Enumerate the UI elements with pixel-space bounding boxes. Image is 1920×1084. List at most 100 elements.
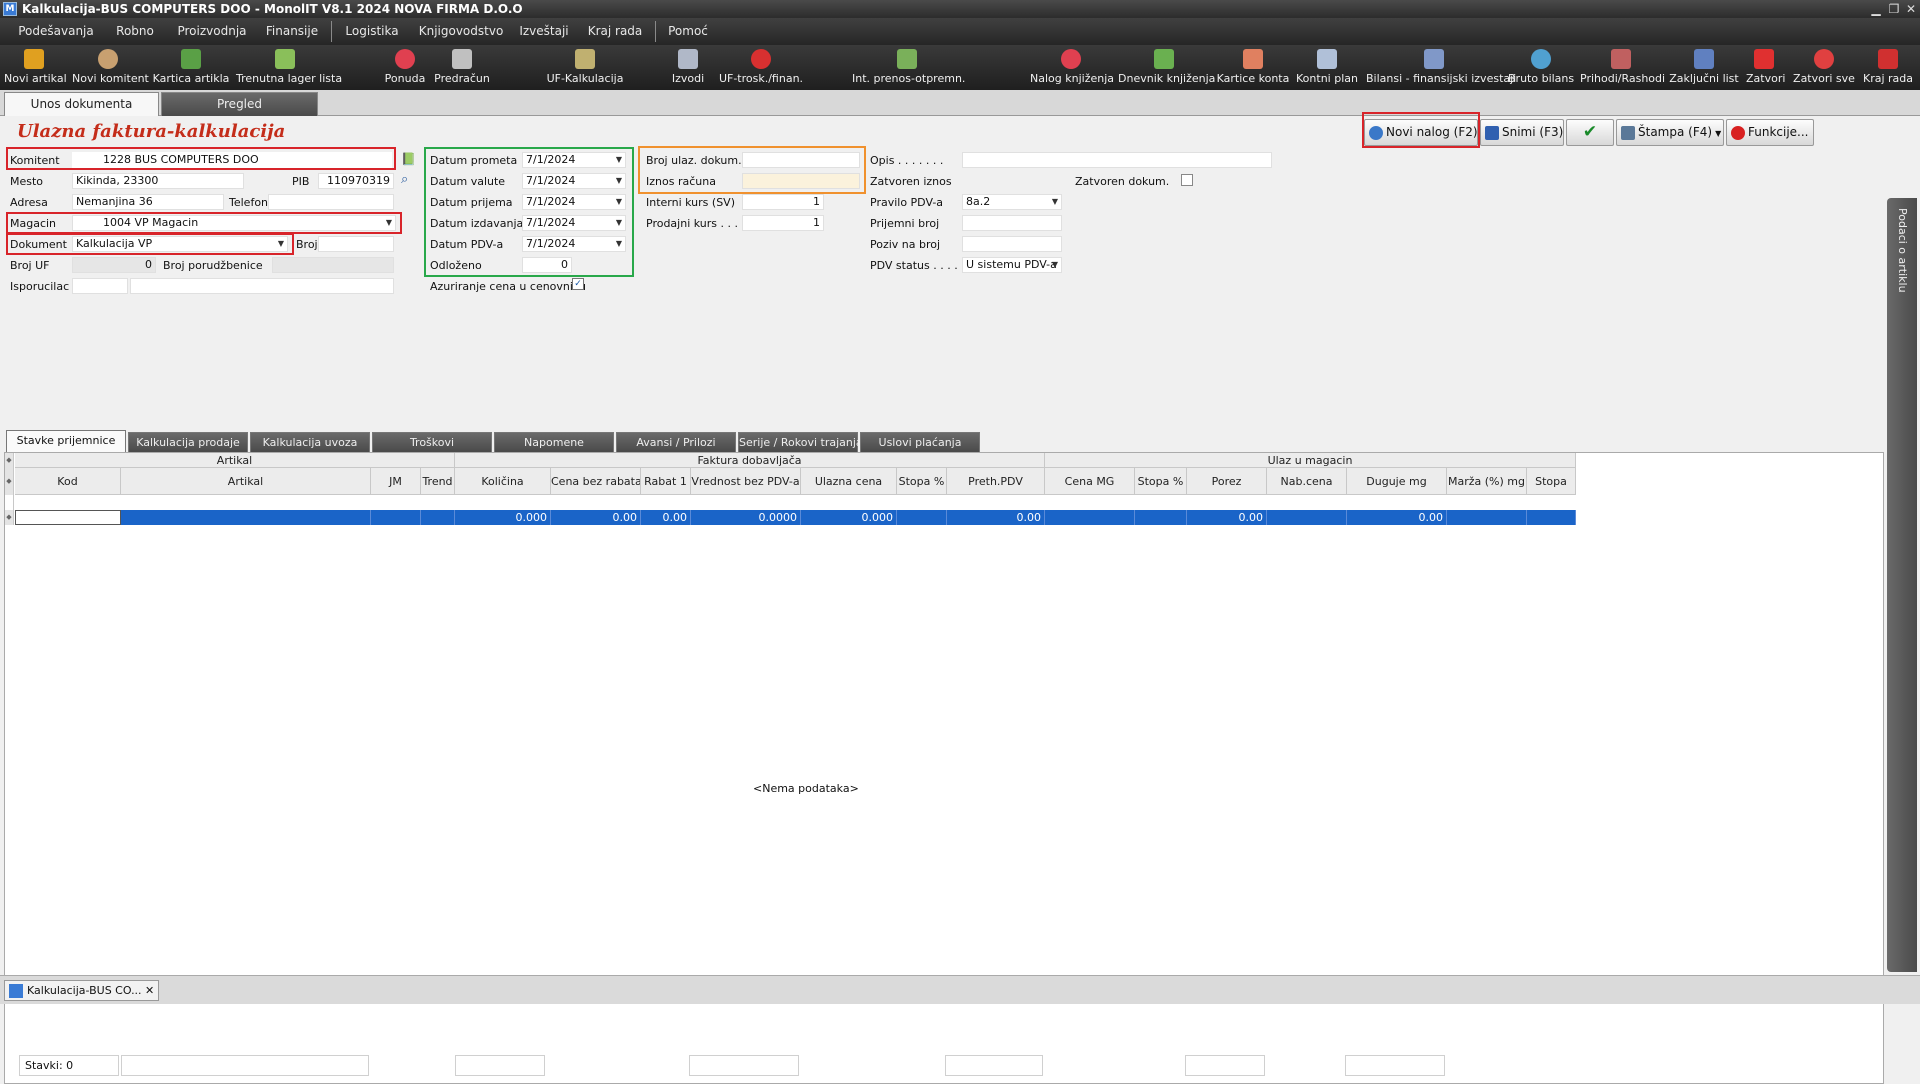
grid-cell[interactable]: 0.000 — [801, 510, 897, 525]
menu-proizvodnja[interactable]: Proizvodnja — [174, 18, 250, 45]
column-header[interactable]: Duguje mg — [1347, 468, 1447, 495]
prodajni-kurs-field[interactable]: 1 — [742, 215, 824, 231]
lager-lista-button[interactable]: Trenutna lager lista — [236, 47, 342, 89]
search-icon[interactable]: ⌕ — [401, 172, 408, 187]
broj-ulaz-field[interactable] — [742, 152, 860, 168]
uf-kalkulacija-button[interactable]: UF-Kalkulacija — [546, 47, 624, 89]
minimize-button[interactable]: ▁ — [1868, 1, 1884, 17]
dokument-select[interactable]: Kalkulacija VP ▼ — [72, 236, 288, 252]
menu-logistika[interactable]: Logistika — [342, 18, 402, 45]
grid-cell[interactable]: 0.00 — [641, 510, 691, 525]
kraj-rada-button[interactable]: Kraj rada — [1862, 47, 1914, 89]
column-header[interactable]: Cena MG — [1045, 468, 1135, 495]
broj-field[interactable] — [318, 236, 394, 252]
kartice-konta-button[interactable]: Kartice konta — [1216, 47, 1290, 89]
item-details-panel[interactable]: Podaci o artiklu — [1887, 198, 1917, 972]
nalog-knjizenja-button[interactable]: Nalog knjiženja — [1030, 47, 1114, 89]
column-header[interactable]: Rabat 1 — [641, 468, 691, 495]
isporucilac-code-field[interactable] — [72, 278, 128, 294]
tab-troskovi[interactable]: Troškovi — [372, 432, 492, 452]
grid-cell[interactable]: 0.00 — [551, 510, 641, 525]
kartica-artikla-button[interactable]: Kartica artikla — [152, 47, 230, 89]
poziv-field[interactable] — [962, 236, 1062, 252]
grid-cell[interactable] — [1267, 510, 1347, 525]
grid-cell-kod[interactable] — [15, 510, 121, 525]
tab-serije-rokovi[interactable]: Serije / Rokovi trajanja — [738, 432, 863, 452]
datum-prometa-field[interactable]: 7/1/2024 ▼ — [522, 152, 626, 168]
tab-stavke-prijemnice[interactable]: Stavke prijemnice — [6, 430, 126, 452]
datum-pdv-field[interactable]: 7/1/2024 ▼ — [522, 236, 626, 252]
column-header[interactable]: Ulazna cena — [801, 468, 897, 495]
taskbar-item[interactable]: Kalkulacija-BUS CO... ✕ — [4, 980, 159, 1001]
column-header[interactable]: Stopa % — [1135, 468, 1187, 495]
zatvori-button[interactable]: Zatvori — [1746, 47, 1785, 89]
pib-field[interactable]: 110970319 — [318, 173, 394, 189]
column-header[interactable]: Količina — [455, 468, 551, 495]
tab-uslovi-placanja[interactable]: Uslovi plaćanja — [860, 432, 980, 452]
tab-unos-dokumenta[interactable]: Unos dokumenta — [4, 92, 159, 116]
isporucilac-name-field[interactable] — [130, 278, 394, 294]
confirm-button[interactable]: ✔ — [1566, 119, 1614, 146]
iznos-racuna-field[interactable] — [742, 173, 860, 189]
book-icon[interactable]: 📗 — [401, 152, 416, 166]
grid-cell[interactable]: 0.0000 — [691, 510, 801, 525]
menu-izvestaji[interactable]: Izveštaji — [518, 18, 570, 45]
dnevnik-knjizenja-button[interactable]: Dnevnik knjiženja — [1118, 47, 1215, 89]
kontni-plan-button[interactable]: Kontni plan — [1294, 47, 1360, 89]
grid-cell[interactable] — [1045, 510, 1135, 525]
interni-kurs-field[interactable]: 1 — [742, 194, 824, 210]
column-header[interactable]: Porez — [1187, 468, 1267, 495]
menu-kraj-rada[interactable]: Kraj rada — [584, 18, 646, 45]
grid-cell[interactable] — [371, 510, 421, 525]
adresa-field[interactable]: Nemanjina 36 — [72, 194, 224, 210]
tab-kalkulacija-uvoza[interactable]: Kalkulacija uvoza — [250, 432, 370, 452]
column-header[interactable]: Stopa % — [897, 468, 947, 495]
tab-pregled[interactable]: Pregled — [161, 92, 318, 116]
int-prenos-button[interactable]: Int. prenos-otpremn. — [852, 47, 965, 89]
azuriranje-checkbox[interactable]: ✓ — [572, 278, 584, 290]
bilansi-button[interactable]: Bilansi - finansijski izvestaji — [1366, 47, 1516, 89]
menu-knjigovodstvo[interactable]: Knjigovodstvo — [416, 18, 506, 45]
ponuda-button[interactable]: Ponuda — [382, 47, 428, 89]
column-header[interactable]: Marža (%) mg — [1447, 468, 1527, 495]
column-header[interactable]: Vrednost bez PDV-a — [691, 468, 801, 495]
predracun-button[interactable]: Predračun — [434, 47, 490, 89]
menu-podesavanja[interactable]: Podešavanja — [18, 18, 94, 45]
pravilo-pdv-select[interactable]: 8a.2 ▼ — [962, 194, 1062, 210]
grid-cell[interactable] — [1135, 510, 1187, 525]
uf-trosk-button[interactable]: UF-trosk./finan. — [718, 47, 804, 89]
column-header[interactable]: Artikal — [121, 468, 371, 495]
zatvori-sve-button[interactable]: Zatvori sve — [1792, 47, 1856, 89]
novi-artikal-button[interactable]: Novi artikal — [4, 47, 67, 89]
mesto-field[interactable]: Kikinda, 23300 — [72, 173, 244, 189]
grid-cell[interactable] — [421, 510, 455, 525]
column-header[interactable]: Preth.PDV — [947, 468, 1045, 495]
komitent-field[interactable]: 1228 BUS COMPUTERS DOO — [72, 152, 392, 168]
grid-cell[interactable]: 0.00 — [947, 510, 1045, 525]
grid-cell[interactable] — [1447, 510, 1527, 525]
bruto-bilans-button[interactable]: Bruto bilans — [1508, 47, 1574, 89]
close-window-button[interactable]: ✕ — [1903, 1, 1919, 17]
column-header[interactable]: Kod — [15, 468, 121, 495]
column-header[interactable]: JM — [371, 468, 421, 495]
funkcije-button[interactable]: Funkcije... — [1726, 119, 1814, 146]
column-header[interactable]: Stopa — [1527, 468, 1576, 495]
prihodi-rashodi-button[interactable]: Prihodi/Rashodi — [1580, 47, 1665, 89]
tab-avansi-prilozi[interactable]: Avansi / Prilozi — [616, 432, 736, 452]
grid-cell[interactable] — [121, 510, 371, 525]
grid-cell[interactable] — [1527, 510, 1576, 525]
novi-nalog-button[interactable]: Novi nalog (F2) — [1364, 119, 1478, 146]
datum-valute-field[interactable]: 7/1/2024 ▼ — [522, 173, 626, 189]
novi-komitent-button[interactable]: Novi komitent — [72, 47, 149, 89]
snimi-button[interactable]: Snimi (F3) — [1480, 119, 1564, 146]
grid-cell[interactable]: 0.00 — [1187, 510, 1267, 525]
odlozeno-field[interactable]: 0 — [522, 257, 572, 273]
opis-field[interactable] — [962, 152, 1272, 168]
datum-prijema-field[interactable]: 7/1/2024 ▼ — [522, 194, 626, 210]
izvodi-button[interactable]: Izvodi — [666, 47, 710, 89]
prijemni-broj-field[interactable] — [962, 215, 1062, 231]
zatvoren-dokum-checkbox[interactable] — [1181, 174, 1193, 186]
stampa-button[interactable]: Štampa (F4) ▼ — [1616, 119, 1724, 146]
column-header[interactable]: Cena bez rabata — [551, 468, 641, 495]
restore-button[interactable]: ❐ — [1886, 1, 1902, 17]
